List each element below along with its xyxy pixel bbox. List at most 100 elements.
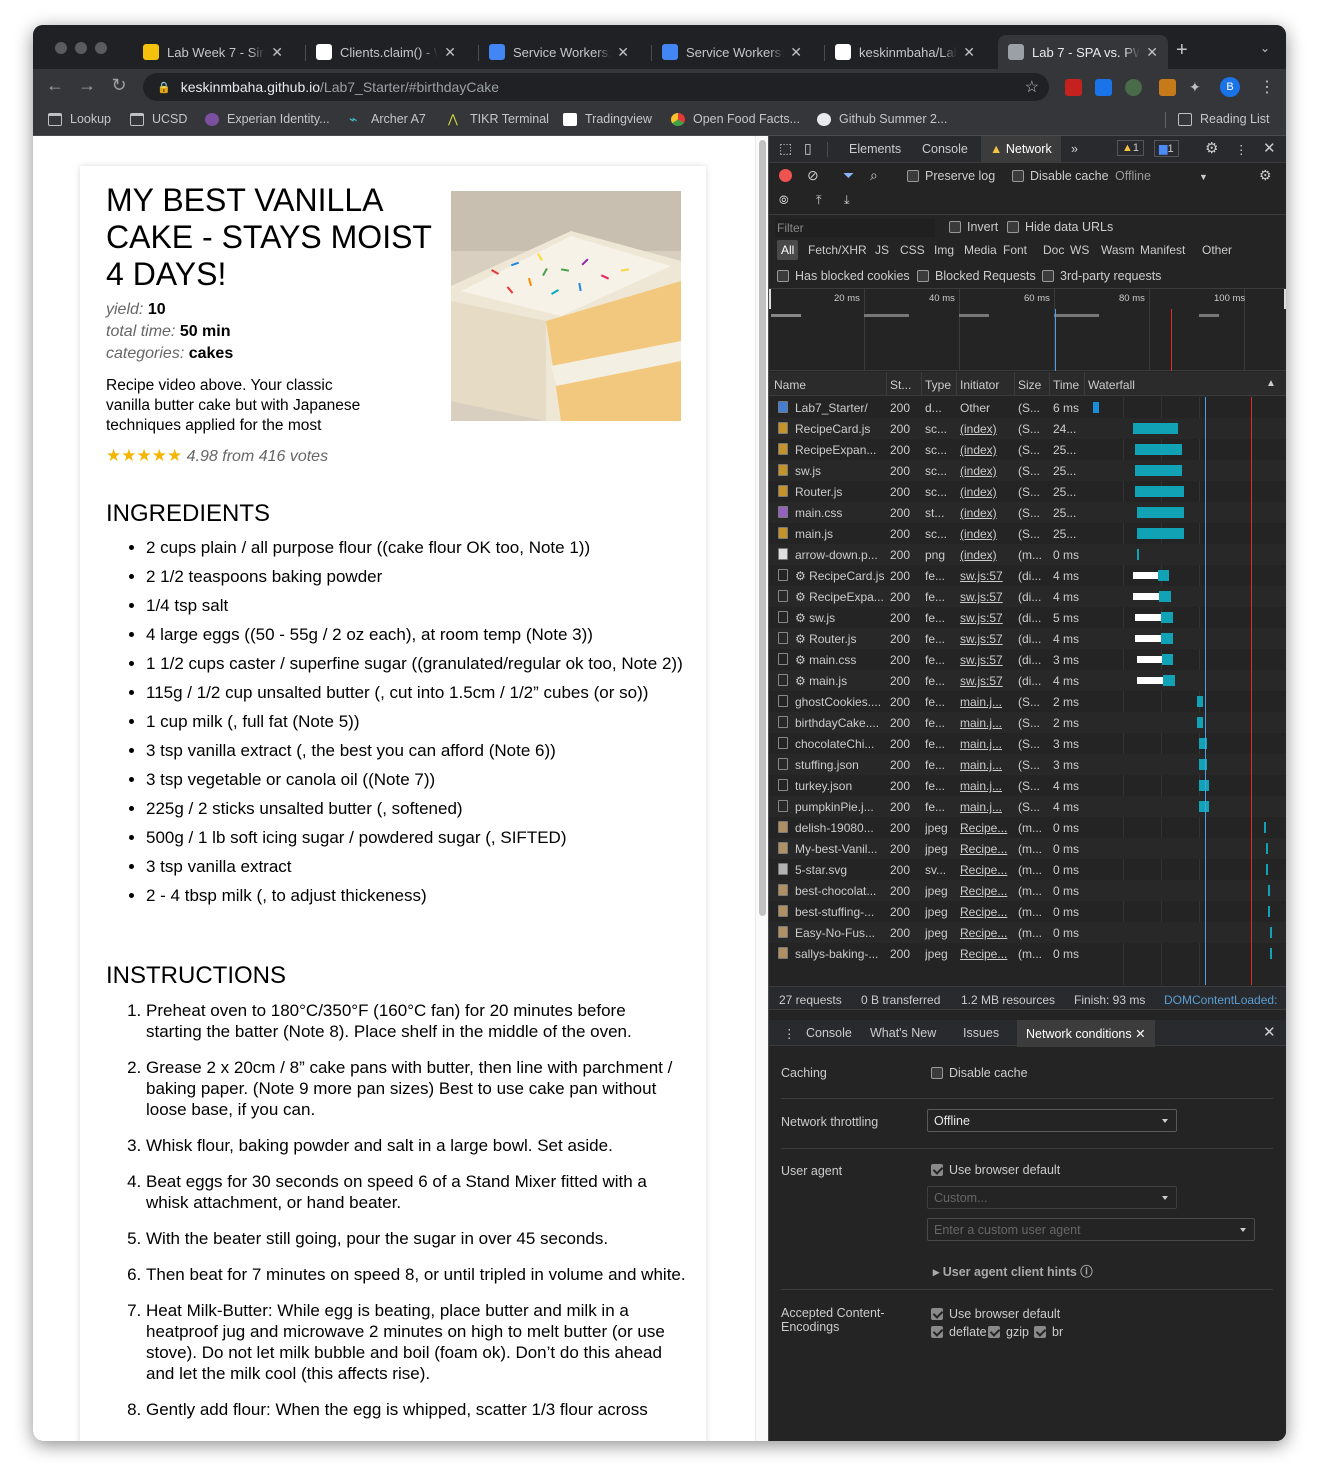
column-header-st[interactable]: St... xyxy=(890,378,911,392)
maximize-window-button[interactable] xyxy=(95,42,107,54)
reading-list-button[interactable]: Reading List xyxy=(1178,112,1270,126)
table-row[interactable]: main.css 200 st... (index) (S... 25... xyxy=(769,502,1286,523)
nc-disable-cache-checkbox[interactable]: Disable cache xyxy=(931,1066,1028,1080)
type-filter-css[interactable]: CSS xyxy=(896,240,929,260)
devtools-menu-icon[interactable]: ⋮ xyxy=(1235,142,1248,157)
close-tab-icon[interactable]: ✕ xyxy=(271,44,283,61)
network-conditions-icon[interactable]: ⦾ xyxy=(779,193,789,208)
table-row[interactable]: My-best-Vanil... 200 jpeg Recipe... (m... 0 m… xyxy=(769,838,1286,859)
bookmark-lookup[interactable]: Lookup xyxy=(48,112,111,126)
back-button[interactable]: ← xyxy=(43,75,67,96)
enc-br-checkbox[interactable]: br xyxy=(1034,1325,1063,1339)
bookmark-github[interactable]: Github Summer 2... xyxy=(817,112,947,126)
cell-initiator[interactable]: (index) xyxy=(960,464,1014,478)
throttling-select[interactable]: Offline xyxy=(1115,169,1151,183)
table-row[interactable]: RecipeCard.js 200 sc... (index) (S... 24... xyxy=(769,418,1286,439)
cell-initiator[interactable]: Recipe... xyxy=(960,926,1014,940)
bookmark-star-icon[interactable]: ☆ xyxy=(1025,77,1039,97)
cell-initiator[interactable]: sw.js:57 xyxy=(960,590,1014,604)
bookmark-archer[interactable]: ⌁ Archer A7 xyxy=(349,112,426,127)
close-devtools-icon[interactable]: ✕ xyxy=(1263,139,1276,157)
table-row[interactable]: ghostCookies.... 200 fe... main.j... (S... 2 … xyxy=(769,691,1286,712)
close-tab-icon[interactable]: ✕ xyxy=(1135,1027,1145,1041)
tab-elements[interactable]: Elements xyxy=(849,142,901,156)
cell-initiator[interactable]: sw.js:57 xyxy=(960,632,1014,646)
table-row[interactable]: arrow-down.p... 200 png (index) (m... 0 ms xyxy=(769,544,1286,565)
table-row[interactable]: sw.js 200 sc... (index) (S... 25... xyxy=(769,460,1286,481)
cell-initiator[interactable]: main.j... xyxy=(960,737,1014,751)
search-icon[interactable]: ⌕ xyxy=(870,167,878,184)
page-scrollbar[interactable] xyxy=(755,136,768,1441)
cell-initiator[interactable]: Recipe... xyxy=(960,947,1014,961)
bookmark-ucsd[interactable]: UCSD xyxy=(130,112,187,126)
cell-initiator[interactable]: sw.js:57 xyxy=(960,674,1014,688)
overview-range-handle[interactable] xyxy=(769,289,771,309)
ublock-extension-icon[interactable] xyxy=(1065,79,1082,96)
table-row[interactable]: ⚙ main.js 200 fe... sw.js:57 (di... 4 ms xyxy=(769,670,1286,691)
cell-initiator[interactable]: main.j... xyxy=(960,695,1014,709)
type-filter-doc[interactable]: Doc xyxy=(1039,240,1068,260)
table-row[interactable]: main.js 200 sc... (index) (S... 25... xyxy=(769,523,1286,544)
cell-initiator[interactable]: (index) xyxy=(960,506,1014,520)
type-filter-all[interactable]: All xyxy=(777,240,799,260)
cell-initiator[interactable]: Recipe... xyxy=(960,884,1014,898)
drawer-tab-issues[interactable]: Issues xyxy=(963,1026,999,1040)
type-filter-ws[interactable]: WS xyxy=(1066,240,1093,260)
cell-initiator[interactable]: main.j... xyxy=(960,758,1014,772)
throttling-dropdown[interactable]: Offline xyxy=(927,1109,1177,1132)
drawer-tab-network-conditions[interactable]: Network conditions ✕ xyxy=(1017,1020,1155,1047)
table-row[interactable]: Router.js 200 sc... (index) (S... 25... xyxy=(769,481,1286,502)
cell-initiator[interactable]: (index) xyxy=(960,422,1014,436)
bookmark-openfoodfacts[interactable]: Open Food Facts... xyxy=(671,112,800,126)
table-row[interactable]: sallys-baking-... 200 jpeg Recipe... (m... 0 … xyxy=(769,943,1286,964)
enc-gzip-checkbox[interactable]: gzip xyxy=(988,1325,1029,1339)
browser-tab[interactable]: Clients.claim() - We ✕ xyxy=(306,35,466,69)
address-bar[interactable]: 🔒 keskinmbaha.github.io/Lab7_Starter/#bi… xyxy=(143,73,1049,101)
table-row[interactable]: ⚙ sw.js 200 fe... sw.js:57 (di... 5 ms xyxy=(769,607,1286,628)
extension-icon[interactable] xyxy=(1095,79,1112,96)
blocked-requests-checkbox[interactable]: Blocked Requests xyxy=(917,269,1036,283)
browser-tab[interactable]: keskinmbaha/Lab7 ✕ xyxy=(825,35,985,69)
close-tab-icon[interactable]: ✕ xyxy=(617,44,629,61)
forward-button[interactable]: → xyxy=(75,75,99,96)
scrollbar-thumb[interactable] xyxy=(759,140,766,916)
table-row[interactable]: ⚙ RecipeCard.js 200 fe... sw.js:57 (di... 4 m… xyxy=(769,565,1286,586)
column-header-size[interactable]: Size xyxy=(1018,378,1041,392)
table-row[interactable]: pumpkinPie.j... 200 fe... main.j... (S... 4 m… xyxy=(769,796,1286,817)
drawer-tab-console[interactable]: Console xyxy=(806,1026,852,1040)
table-row[interactable]: Lab7_Starter/200 d... Other (S... 6 ms xyxy=(769,397,1286,418)
chrome-menu-icon[interactable]: ⋮ xyxy=(1259,77,1275,97)
browser-tab[interactable]: Lab Week 7 - Single ✕ xyxy=(133,35,293,69)
cell-initiator[interactable]: Recipe... xyxy=(960,821,1014,835)
reload-button[interactable]: ↻ xyxy=(107,75,131,96)
warnings-badge[interactable]: ▲1 xyxy=(1117,140,1145,156)
type-filter-fetchxhr[interactable]: Fetch/XHR xyxy=(804,240,871,260)
enc-deflate-checkbox[interactable]: deflate xyxy=(931,1325,987,1339)
device-toolbar-icon[interactable]: ▯ xyxy=(804,140,812,157)
browser-tab[interactable]: Lab 7 - SPA vs. PWA ✕ xyxy=(998,35,1168,69)
table-row[interactable]: Easy-No-Fus... 200 jpeg Recipe... (m... 0 ms xyxy=(769,922,1286,943)
close-tab-icon[interactable]: ✕ xyxy=(963,44,975,61)
tab-console[interactable]: Console xyxy=(922,142,968,156)
table-row[interactable]: best-chocolat... 200 jpeg Recipe... (m... 0 m… xyxy=(769,880,1286,901)
close-tab-icon[interactable]: ✕ xyxy=(790,44,802,61)
cell-initiator[interactable]: main.j... xyxy=(960,800,1014,814)
minimize-window-button[interactable] xyxy=(75,42,87,54)
cell-initiator[interactable]: main.j... xyxy=(960,716,1014,730)
close-drawer-icon[interactable]: ✕ xyxy=(1263,1023,1276,1041)
table-row[interactable]: chocolateChi... 200 fe... main.j... (S... 3 m… xyxy=(769,733,1286,754)
table-row[interactable]: ⚙ Router.js 200 fe... sw.js:57 (di... 4 ms xyxy=(769,628,1286,649)
invert-checkbox[interactable]: Invert xyxy=(949,220,998,234)
tab-search-icon[interactable]: ⌄ xyxy=(1260,41,1270,55)
profile-avatar[interactable]: B xyxy=(1220,77,1240,97)
inspect-element-icon[interactable]: ⬚ xyxy=(779,140,792,157)
type-filter-manifest[interactable]: Manifest xyxy=(1136,240,1189,260)
network-settings-gear-icon[interactable]: ⚙ xyxy=(1259,167,1272,184)
cell-initiator[interactable]: (index) xyxy=(960,527,1014,541)
table-row[interactable]: turkey.json 200 fe... main.j... (S... 4 ms xyxy=(769,775,1286,796)
table-row[interactable]: RecipeExpan... 200 sc... (index) (S... 25... xyxy=(769,439,1286,460)
preserve-log-checkbox[interactable]: Preserve log xyxy=(907,169,995,183)
extension-icon[interactable] xyxy=(1125,79,1142,96)
sort-arrow-icon[interactable]: ▲ xyxy=(1266,378,1276,389)
table-row[interactable]: 5-star.svg 200 sv... Recipe... (m... 0 ms xyxy=(769,859,1286,880)
